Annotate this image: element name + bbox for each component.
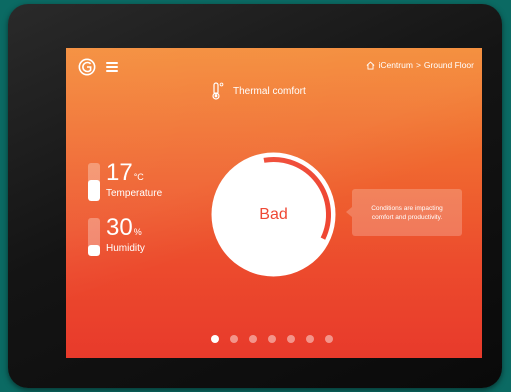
temperature-value: 17°C <box>106 159 144 186</box>
temperature-bar <box>88 163 100 201</box>
breadcrumb-current: Ground Floor <box>423 60 474 70</box>
page-dot-1[interactable] <box>211 335 219 343</box>
app-logo-icon <box>78 58 96 76</box>
page-dot-4[interactable] <box>268 335 276 343</box>
home-icon[interactable] <box>366 60 375 70</box>
humidity-bar <box>88 218 100 256</box>
humidity-bar-fill <box>88 244 100 256</box>
temperature-label: Temperature <box>106 188 163 199</box>
page-dot-2[interactable] <box>230 335 238 343</box>
humidity-label: Humidity <box>106 243 145 254</box>
temperature-unit: °C <box>133 172 144 182</box>
page-indicator <box>211 335 333 343</box>
status-tooltip-text: Conditions are impacting comfort and pro… <box>371 204 443 221</box>
temperature-bar-fill <box>88 180 100 201</box>
page-dot-6[interactable] <box>306 335 314 343</box>
tablet-frame: iCentrum > Ground Floor Thermal comfort … <box>8 4 502 388</box>
page-title-text: Thermal comfort <box>233 85 306 97</box>
page-dot-3[interactable] <box>249 335 257 343</box>
status-tooltip: Conditions are impacting comfort and pro… <box>346 189 462 236</box>
comfort-status: Bad <box>259 205 288 223</box>
breadcrumb-home-link[interactable]: iCentrum <box>378 60 412 70</box>
app-screen: iCentrum > Ground Floor Thermal comfort … <box>66 48 482 358</box>
hamburger-menu-icon[interactable] <box>106 60 118 72</box>
humidity-unit: % <box>133 227 142 237</box>
breadcrumb-separator: > <box>415 60 421 70</box>
page-dot-7[interactable] <box>325 335 333 343</box>
page-dot-5[interactable] <box>287 335 295 343</box>
breadcrumb: iCentrum > Ground Floor <box>366 60 474 70</box>
humidity-value: 30% <box>106 214 142 241</box>
page-title: Thermal comfort <box>211 82 306 100</box>
thermometer-icon <box>212 82 224 100</box>
